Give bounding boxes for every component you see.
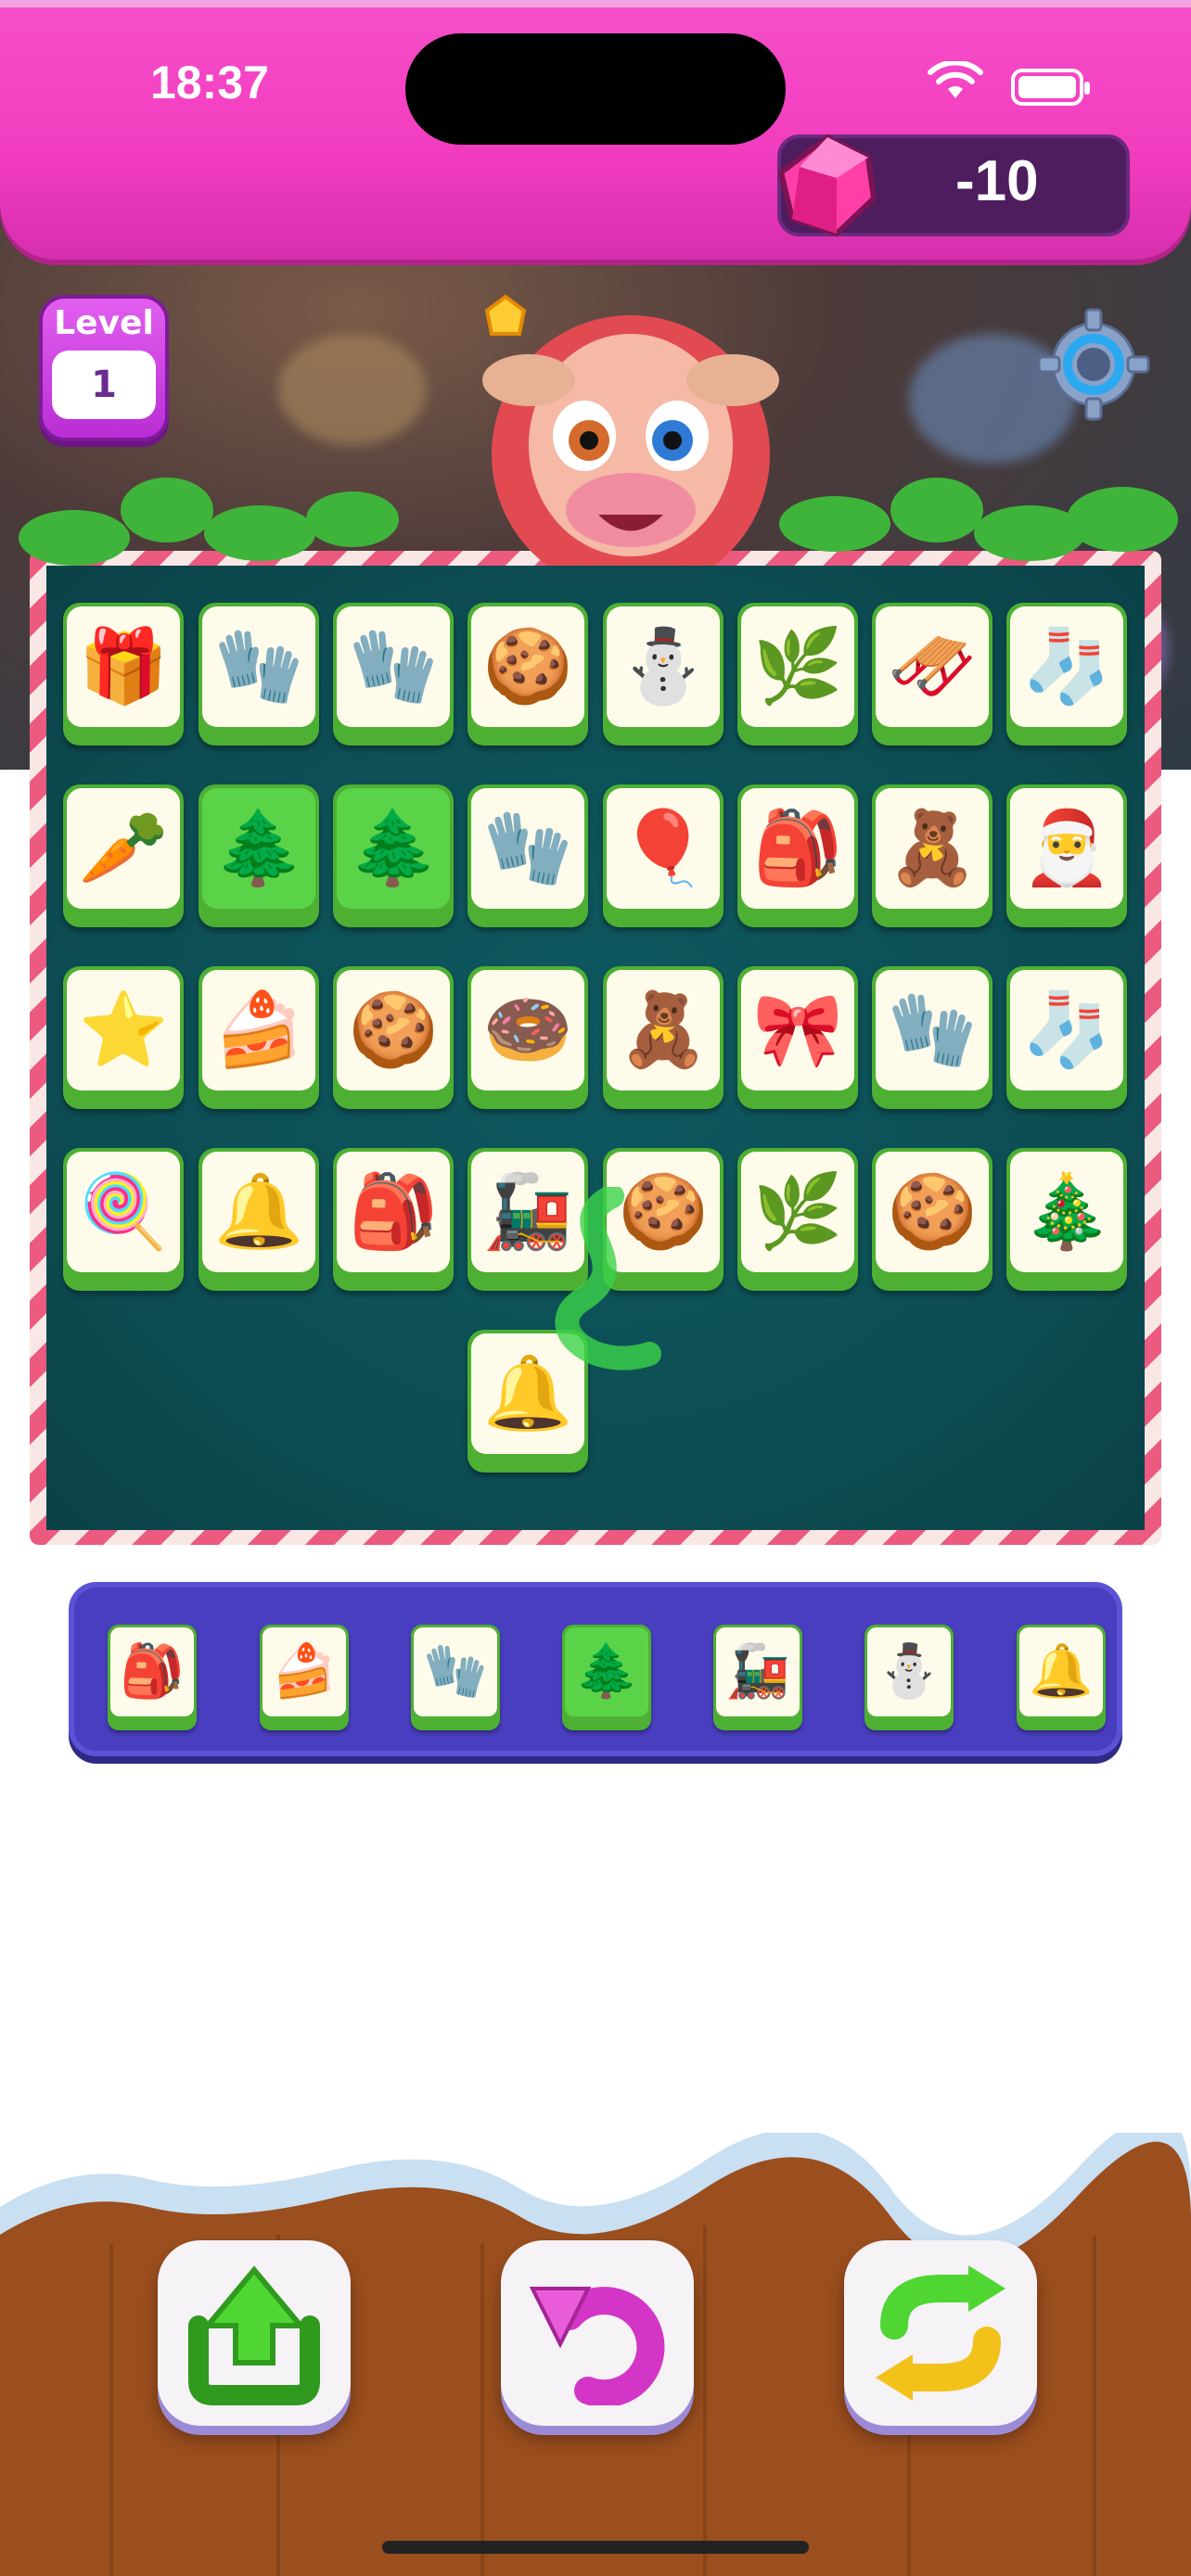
board-tile[interactable]: 🧤 [872, 966, 992, 1109]
board-tile[interactable]: 🍰 [198, 966, 319, 1109]
undo-button[interactable] [501, 2240, 694, 2426]
board-tile[interactable]: 🧸 [872, 784, 992, 927]
board-tile[interactable]: 🎅 [1006, 784, 1127, 927]
tile-icon: 🎁 [78, 625, 169, 708]
tray-slot: 🚂 [713, 1625, 802, 1730]
tray-tile-icon: 🌲 [574, 1641, 639, 1702]
tile-icon: 🧦 [1021, 988, 1112, 1072]
tile-icon: 🧤 [213, 625, 304, 708]
tile-icon: 🎒 [752, 807, 843, 890]
tray-slot: ⛄ [864, 1625, 954, 1730]
tile-icon: 🌲 [348, 807, 439, 890]
move-out-button[interactable] [158, 2240, 351, 2426]
board-tile[interactable]: 🌲 [198, 784, 319, 927]
board-tile[interactable]: 🧸 [603, 966, 724, 1109]
tray-slot: 🎒 [108, 1625, 197, 1730]
board-tile[interactable]: 🍩 [467, 966, 588, 1109]
board-tile[interactable]: 🍪 [333, 966, 454, 1109]
board-tile[interactable]: 🛷 [872, 603, 992, 746]
board-tile[interactable]: 🎒 [737, 784, 858, 927]
board-tile[interactable]: 🍪 [467, 603, 588, 746]
shuffle-arrows-icon [876, 2265, 1005, 2401]
board-tile[interactable]: 🧦 [1006, 966, 1127, 1109]
tile-icon: 🔔 [213, 1170, 304, 1254]
tile-icon: 🎅 [1021, 807, 1112, 890]
tray-slot: 🍰 [260, 1625, 349, 1730]
tray-slot: 🌲 [562, 1625, 651, 1730]
tile-icon: 🎀 [752, 988, 843, 1072]
board-tile[interactable]: 🥕 [63, 784, 184, 927]
home-indicator [382, 2541, 809, 2554]
gear-icon[interactable] [1035, 306, 1152, 423]
status-time: 18:37 [150, 57, 269, 108]
tile-icon: ⛄ [618, 625, 709, 708]
board-tile[interactable]: 🧤 [467, 784, 588, 927]
level-badge: Level 1 [39, 295, 169, 441]
tile-icon: 🍪 [887, 1170, 978, 1254]
tile-icon: 🌿 [752, 1170, 843, 1254]
tile-icon: 🌿 [752, 625, 843, 708]
board-tile[interactable]: 🧤 [198, 603, 319, 746]
board-tile[interactable]: 🎄 [1006, 1148, 1127, 1291]
board-tile[interactable]: ⛄ [603, 603, 724, 746]
tile-icon: 🧤 [482, 807, 573, 890]
tile-icon: 🎄 [1021, 1170, 1112, 1254]
level-number: 1 [52, 351, 156, 419]
tray-slot: 🧤 [411, 1625, 500, 1730]
tile-icon: 🍰 [213, 988, 304, 1072]
board-tile[interactable]: 🍪 [872, 1148, 992, 1291]
tile-icon: 🍭 [78, 1170, 169, 1254]
tray-tile-icon: 🔔 [1029, 1641, 1094, 1702]
board-tile[interactable]: 🌿 [737, 1148, 858, 1291]
tile-icon: 🍪 [348, 988, 439, 1072]
leaves-decoration [19, 478, 1178, 566]
tile-icon: 🧸 [618, 988, 709, 1072]
tile-icon: 🍪 [482, 625, 573, 708]
board-tile[interactable]: 🧦 [1006, 603, 1127, 746]
tile-icon: ⭐ [78, 988, 169, 1072]
wifi-icon [928, 61, 983, 98]
board-tile[interactable]: 🧤 [333, 603, 454, 746]
board-tile[interactable]: 🌲 [333, 784, 454, 927]
tile-icon: 🧤 [887, 988, 978, 1072]
tile-icon: 🥕 [78, 807, 169, 890]
board-tile[interactable]: 🍭 [63, 1148, 184, 1291]
board-tile[interactable]: 🌿 [737, 603, 858, 746]
gem-count: -10 [955, 149, 1039, 213]
board-tile[interactable]: 🎒 [333, 1148, 454, 1291]
tile-icon: 🌲 [213, 807, 304, 890]
tile-tray: 🎒 🍰 🧤 🌲 🚂 ⛄ 🔔 [69, 1582, 1122, 1756]
undo-arrow-icon [529, 2287, 665, 2405]
dynamic-island [405, 33, 786, 145]
shuffle-button[interactable] [844, 2240, 1037, 2426]
tile-icon: 🧸 [887, 807, 978, 890]
swipe-hint-icon [555, 1187, 661, 1371]
pink-gem-icon[interactable] [772, 130, 883, 241]
tray-tile-icon: 🍰 [272, 1641, 337, 1702]
tray-tile-icon: 🧤 [423, 1641, 488, 1702]
tray-tile-icon: 🚂 [725, 1641, 790, 1702]
tile-icon: 🎈 [618, 807, 709, 890]
tray-slot: 🔔 [1017, 1625, 1106, 1730]
tile-icon: 🛷 [887, 625, 978, 708]
upload-arrow-icon [188, 2265, 320, 2405]
tray-tile-icon: 🎒 [120, 1641, 185, 1702]
board-tile[interactable]: 🎁 [63, 603, 184, 746]
tray-tile-icon: ⛄ [877, 1641, 941, 1702]
level-label: Level [54, 304, 154, 342]
tile-icon: 🍩 [482, 988, 573, 1072]
tile-icon: 🎒 [348, 1170, 439, 1254]
tile-icon: 🧤 [348, 625, 439, 708]
board-tile[interactable]: 🔔 [198, 1148, 319, 1291]
battery-icon [1011, 69, 1090, 106]
board-tile[interactable]: ⭐ [63, 966, 184, 1109]
board-tile[interactable]: 🎀 [737, 966, 858, 1109]
tile-icon: 🧦 [1021, 625, 1112, 708]
board-tile[interactable]: 🎈 [603, 784, 724, 927]
